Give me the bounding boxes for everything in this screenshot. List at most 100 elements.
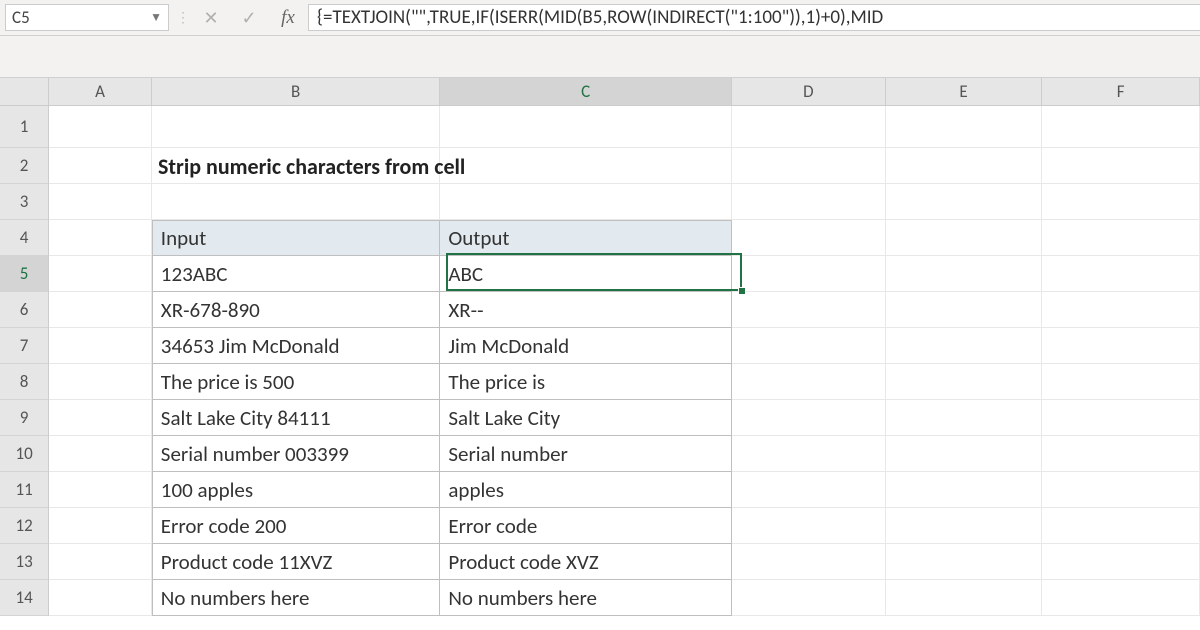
cell-E4[interactable] (886, 220, 1043, 256)
cell-A14[interactable] (49, 580, 152, 616)
cell-F5[interactable] (1042, 256, 1200, 292)
row-header-7[interactable]: 7 (0, 328, 49, 364)
cell-E7[interactable] (886, 328, 1043, 364)
cell-C13[interactable]: Product code XVZ (440, 544, 731, 580)
enter-icon[interactable]: ✓ (230, 0, 268, 35)
row-header-8[interactable]: 8 (0, 364, 49, 400)
cell-A1[interactable] (49, 106, 152, 148)
row-header-6[interactable]: 6 (0, 292, 49, 328)
cell-B12[interactable]: Error code 200 (152, 508, 441, 544)
cell-B2[interactable] (152, 148, 441, 184)
cell-C1[interactable] (440, 106, 732, 148)
row-header-10[interactable]: 10 (0, 436, 49, 472)
cell-D3[interactable] (732, 184, 886, 220)
cell-D7[interactable] (732, 328, 886, 364)
cell-F12[interactable] (1042, 508, 1200, 544)
cell-B11[interactable]: 100 apples (152, 472, 441, 508)
cell-F3[interactable] (1042, 184, 1200, 220)
table-header-output[interactable]: Output (440, 220, 731, 256)
col-header-D[interactable]: D (732, 78, 886, 106)
row-header-5[interactable]: 5 (0, 256, 49, 292)
cell-D14[interactable] (732, 580, 886, 616)
cell-D1[interactable] (732, 106, 886, 148)
cell-A7[interactable] (49, 328, 152, 364)
cell-F6[interactable] (1042, 292, 1200, 328)
row-header-2[interactable]: 2 (0, 148, 49, 184)
row-header-12[interactable]: 12 (0, 508, 49, 544)
cell-F2[interactable] (1042, 148, 1200, 184)
cell-E3[interactable] (886, 184, 1043, 220)
cell-B1[interactable] (152, 106, 441, 148)
cell-F1[interactable] (1042, 106, 1200, 148)
cell-D13[interactable] (732, 544, 886, 580)
formula-input[interactable]: {=TEXTJOIN("",TRUE,IF(ISERR(MID(B5,ROW(I… (308, 4, 1200, 31)
col-header-E[interactable]: E (886, 78, 1043, 106)
cell-B14[interactable]: No numbers here (152, 580, 441, 616)
cell-B6[interactable]: XR-678-890 (152, 292, 441, 328)
fill-handle[interactable] (738, 287, 746, 295)
row-header-13[interactable]: 13 (0, 544, 49, 580)
cell-C14[interactable]: No numbers here (440, 580, 731, 616)
cell-F8[interactable] (1042, 364, 1200, 400)
cell-B13[interactable]: Product code 11XVZ (152, 544, 441, 580)
cell-A6[interactable] (49, 292, 152, 328)
cell-F13[interactable] (1042, 544, 1200, 580)
cell-C6[interactable]: XR-- (440, 292, 731, 328)
cell-F7[interactable] (1042, 328, 1200, 364)
cell-E8[interactable] (886, 364, 1043, 400)
cell-A11[interactable] (49, 472, 152, 508)
row-header-3[interactable]: 3 (0, 184, 49, 220)
cell-D12[interactable] (732, 508, 886, 544)
col-header-F[interactable]: F (1042, 78, 1200, 106)
cell-F10[interactable] (1042, 436, 1200, 472)
cell-A5[interactable] (49, 256, 152, 292)
row-header-4[interactable]: 4 (0, 220, 49, 256)
cell-E1[interactable] (886, 106, 1043, 148)
cell-C8[interactable]: The price is (440, 364, 731, 400)
cell-E11[interactable] (886, 472, 1043, 508)
cell-C3[interactable] (440, 184, 732, 220)
cell-E12[interactable] (886, 508, 1043, 544)
cell-B5[interactable]: 123ABC (152, 256, 441, 292)
cell-C2[interactable] (440, 148, 732, 184)
cell-E2[interactable] (886, 148, 1043, 184)
cell-A9[interactable] (49, 400, 152, 436)
cell-A8[interactable] (49, 364, 152, 400)
col-header-C[interactable]: C (440, 78, 732, 106)
name-box[interactable]: C5 ▼ (5, 4, 169, 31)
cell-A4[interactable] (49, 220, 152, 256)
cell-F4[interactable] (1042, 220, 1200, 256)
cell-A12[interactable] (49, 508, 152, 544)
row-header-9[interactable]: 9 (0, 400, 49, 436)
row-header-1[interactable]: 1 (0, 106, 49, 148)
cell-E13[interactable] (886, 544, 1043, 580)
select-all-corner[interactable] (0, 78, 49, 106)
cell-B10[interactable]: Serial number 003399 (152, 436, 441, 472)
cell-E14[interactable] (886, 580, 1043, 616)
cell-E5[interactable] (886, 256, 1043, 292)
cell-B9[interactable]: Salt Lake City 84111 (152, 400, 441, 436)
cell-D10[interactable] (732, 436, 886, 472)
cell-B7[interactable]: 34653 Jim McDonald (152, 328, 441, 364)
cell-F9[interactable] (1042, 400, 1200, 436)
cell-C12[interactable]: Error code (440, 508, 731, 544)
fx-icon[interactable]: fx (268, 0, 308, 35)
cell-C9[interactable]: Salt Lake City (440, 400, 731, 436)
cell-D6[interactable] (732, 292, 886, 328)
cell-D5[interactable] (732, 256, 886, 292)
cell-F14[interactable] (1042, 580, 1200, 616)
cell-A3[interactable] (49, 184, 152, 220)
cell-C7[interactable]: Jim McDonald (440, 328, 731, 364)
row-header-11[interactable]: 11 (0, 472, 49, 508)
row-header-14[interactable]: 14 (0, 580, 49, 616)
cell-D2[interactable] (732, 148, 886, 184)
cell-A2[interactable] (49, 148, 152, 184)
cell-B3[interactable] (152, 184, 441, 220)
table-header-input[interactable]: Input (152, 220, 441, 256)
col-header-B[interactable]: B (152, 78, 441, 106)
cell-D4[interactable] (732, 220, 886, 256)
col-header-A[interactable]: A (49, 78, 151, 106)
cell-A13[interactable] (49, 544, 152, 580)
cell-E9[interactable] (886, 400, 1043, 436)
cell-D9[interactable] (732, 400, 886, 436)
